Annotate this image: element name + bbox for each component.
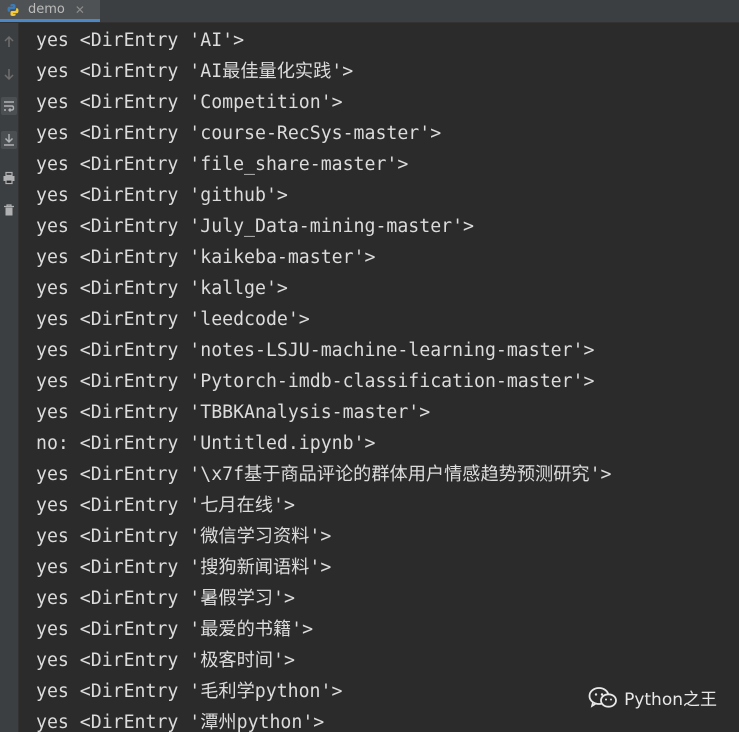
console-line: yes <DirEntry 'notes-LSJU-machine-learni… — [36, 340, 595, 361]
console-output[interactable]: yes <DirEntry 'AI'> yes <DirEntry 'AI最佳量化… — [19, 23, 739, 732]
console-line: yes <DirEntry '\x7f基于商品评论的群体用户情感趋势预测研究'> — [36, 464, 612, 485]
tab-demo[interactable]: demo ✕ — [0, 0, 100, 22]
console-line: yes <DirEntry 'kallge'> — [36, 278, 288, 299]
console-line: yes <DirEntry '极客时间'> — [36, 650, 295, 671]
trash-icon[interactable] — [1, 201, 17, 219]
console-line: yes <DirEntry 'github'> — [36, 185, 288, 206]
console-line: yes <DirEntry 'TBBKAnalysis-master'> — [36, 402, 431, 423]
console-line: yes <DirEntry 'kaikeba-master'> — [36, 247, 376, 268]
console-line: yes <DirEntry 'course-RecSys-master'> — [36, 123, 442, 144]
console-line: yes <DirEntry '搜狗新闻语料'> — [36, 557, 332, 578]
console-line: yes <DirEntry '毛利学python'> — [36, 681, 343, 702]
down-arrow-icon[interactable] — [1, 65, 17, 83]
scroll-to-end-icon[interactable] — [1, 131, 17, 149]
tab-label: demo — [28, 2, 65, 17]
console-line: yes <DirEntry '微信学习资料'> — [36, 526, 332, 547]
console-line: no: <DirEntry 'Untitled.ipynb'> — [36, 433, 376, 454]
console-line: yes <DirEntry 'July_Data-mining-master'> — [36, 216, 474, 237]
watermark-text: Python之王 — [624, 690, 717, 710]
console-line: yes <DirEntry 'file_share-master'> — [36, 154, 409, 175]
soft-wrap-icon[interactable] — [1, 97, 17, 115]
wechat-icon — [588, 686, 618, 710]
console-toolbar — [0, 23, 19, 732]
console-line: yes <DirEntry '七月在线'> — [36, 495, 295, 516]
up-arrow-icon[interactable] — [1, 33, 17, 51]
console-line: yes <DirEntry 'AI最佳量化实践'> — [36, 61, 354, 82]
run-tab-bar: demo ✕ — [0, 0, 739, 23]
print-icon[interactable] — [1, 169, 17, 187]
run-window: demo ✕ yes <DirEntry 'AI'> yes <DirEntry … — [0, 0, 739, 732]
console-line: yes <DirEntry 'leedcode'> — [36, 309, 310, 330]
console-line: yes <DirEntry 'Pytorch-imdb-classificati… — [36, 371, 595, 392]
watermark: Python之王 — [588, 685, 717, 710]
console-line: yes <DirEntry '最爱的书籍'> — [36, 619, 314, 640]
console-line: yes <DirEntry '暑假学习'> — [36, 588, 295, 609]
console-line: yes <DirEntry 'Competition'> — [36, 92, 343, 113]
console-line: yes <DirEntry '潭州python'> — [36, 712, 325, 732]
python-icon — [6, 3, 20, 17]
close-icon[interactable]: ✕ — [75, 3, 85, 17]
console-line: yes <DirEntry 'AI'> — [36, 30, 245, 51]
